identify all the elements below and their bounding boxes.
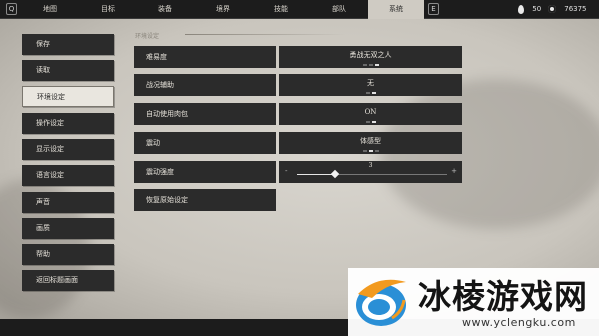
tab-troops[interactable]: 部队 — [311, 0, 367, 19]
option-dot — [371, 121, 376, 123]
option-dot — [374, 64, 379, 66]
sidebar-item-help[interactable]: 帮助 — [22, 244, 114, 265]
sidebar-item-controls[interactable]: 操作设定 — [22, 113, 114, 134]
setting-value-battle-assist: 无 — [367, 79, 374, 87]
sidebar-item-environment[interactable]: 环境设定 — [22, 86, 114, 107]
reset-defaults-button[interactable]: 恢复原始设定 — [134, 189, 276, 211]
jade-resource: 50 — [518, 0, 541, 19]
setting-value-difficulty: 勇战无双之人 — [349, 51, 392, 59]
coin-icon — [548, 5, 556, 13]
site-logo-icon — [356, 279, 406, 326]
tab-realm[interactable]: 境界 — [195, 0, 251, 19]
ink-wash-decoration — [380, 79, 599, 229]
setting-label-vibration: 震动 — [134, 132, 276, 154]
option-dot — [362, 150, 367, 152]
watermark-title: 冰棱游戏网 — [418, 277, 588, 316]
tab-system[interactable]: 系统 — [368, 0, 424, 19]
option-dots — [279, 91, 462, 95]
slider-thumb[interactable] — [330, 169, 339, 179]
jade-count: 50 — [532, 5, 542, 13]
sidebar-item-language[interactable]: 语言设定 — [22, 165, 114, 186]
option-dot — [365, 121, 370, 123]
setting-selector-difficulty[interactable]: 勇战无双之人 — [279, 46, 462, 68]
sidebar-item-load[interactable]: 读取 — [22, 60, 114, 81]
setting-selector-vibration[interactable]: 体感型 — [279, 132, 462, 154]
jade-icon — [518, 4, 524, 14]
setting-label-battle-assist: 战况辅助 — [134, 74, 276, 96]
option-dots — [279, 120, 462, 124]
setting-value-auto-bun: ON — [364, 108, 377, 116]
option-dot — [368, 64, 373, 66]
tab-equipment[interactable]: 装备 — [137, 0, 193, 19]
setting-selector-auto-bun[interactable]: ON — [279, 103, 462, 125]
option-dots — [279, 63, 462, 67]
slider-decrease-button[interactable]: - — [285, 167, 288, 175]
site-watermark: 冰棱游戏网 www.yclengku.com — [348, 268, 599, 336]
section-divider — [185, 34, 345, 35]
sidebar-item-sound[interactable]: 声音 — [22, 192, 114, 213]
option-dot — [365, 92, 370, 94]
sidebar-item-save[interactable]: 保存 — [22, 34, 114, 55]
tab-map[interactable]: 地图 — [22, 0, 78, 19]
sidebar-item-return-title[interactable]: 返回标题画面 — [22, 270, 114, 291]
watermark-url: www.yclengku.com — [462, 316, 576, 329]
slider-increase-button[interactable]: + — [451, 167, 457, 175]
setting-selector-battle-assist[interactable]: 无 — [279, 74, 462, 96]
option-dot — [371, 92, 376, 94]
setting-label-auto-bun: 自动使用肉包 — [134, 103, 276, 125]
setting-label-difficulty: 难易度 — [134, 46, 276, 68]
top-nav-bar: Q 地图 目标 装备 境界 技能 部队 系统 E 50 76375 — [0, 0, 599, 19]
tab-skills[interactable]: 技能 — [253, 0, 309, 19]
option-dots — [279, 149, 462, 153]
option-dot — [362, 64, 367, 66]
e-key-hint[interactable]: E — [428, 3, 439, 15]
coin-count: 76375 — [564, 5, 587, 13]
tab-objectives[interactable]: 目标 — [80, 0, 136, 19]
setting-value-vibration: 体感型 — [360, 137, 381, 145]
coin-resource: 76375 — [548, 0, 587, 19]
slider-value: 3 — [368, 162, 373, 169]
option-dot — [374, 150, 379, 152]
setting-label-vibration-strength: 震动强度 — [134, 161, 276, 183]
slider-fill — [297, 174, 335, 175]
section-title: 环境设定 — [135, 33, 160, 40]
vibration-strength-slider[interactable]: 3 - + — [279, 161, 462, 183]
sidebar-item-graphics[interactable]: 画质 — [22, 218, 114, 239]
sidebar-item-display[interactable]: 显示设定 — [22, 139, 114, 160]
slider-track[interactable] — [297, 169, 447, 179]
option-dot — [368, 150, 373, 152]
q-key-hint[interactable]: Q — [6, 3, 17, 15]
